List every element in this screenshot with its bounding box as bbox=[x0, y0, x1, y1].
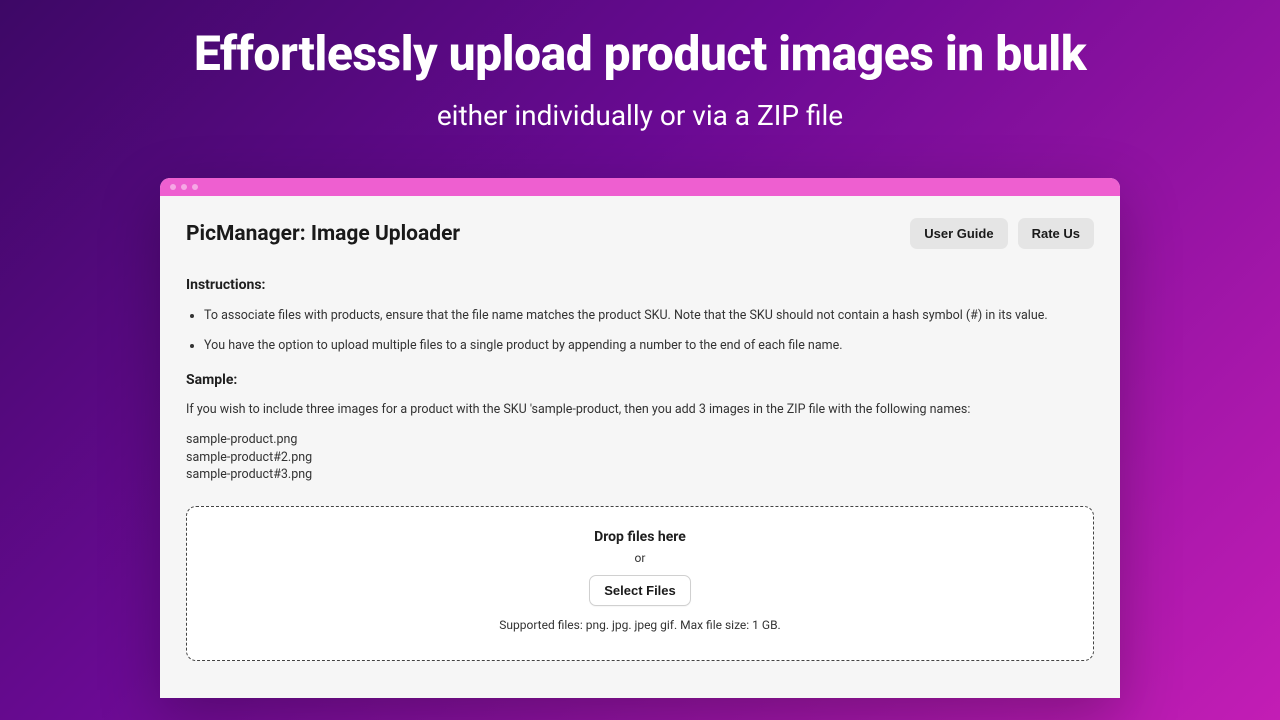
page-background: Effortlessly upload product images in bu… bbox=[0, 0, 1280, 720]
instruction-item: You have the option to upload multiple f… bbox=[204, 337, 1094, 355]
content-area: PicManager: Image Uploader User Guide Ra… bbox=[160, 196, 1120, 661]
sample-file: sample-product#2.png bbox=[186, 449, 1094, 467]
dropzone-or: or bbox=[197, 551, 1083, 565]
header-row: PicManager: Image Uploader User Guide Ra… bbox=[186, 218, 1094, 249]
hero-subtitle: either individually or via a ZIP file bbox=[0, 99, 1280, 132]
traffic-light-minimize-icon[interactable] bbox=[181, 184, 187, 190]
dropzone-hint: Supported files: png. jpg. jpeg gif. Max… bbox=[197, 618, 1083, 632]
app-window: PicManager: Image Uploader User Guide Ra… bbox=[160, 178, 1120, 698]
traffic-light-close-icon[interactable] bbox=[170, 184, 176, 190]
dropzone-title: Drop files here bbox=[197, 529, 1083, 545]
user-guide-button[interactable]: User Guide bbox=[910, 218, 1007, 249]
select-files-button[interactable]: Select Files bbox=[589, 575, 691, 606]
hero-title: Effortlessly upload product images in bu… bbox=[0, 28, 1280, 81]
sample-file-list: sample-product.png sample-product#2.png … bbox=[186, 431, 1094, 484]
rate-us-button[interactable]: Rate Us bbox=[1018, 218, 1094, 249]
window-titlebar bbox=[160, 178, 1120, 196]
sample-intro: If you wish to include three images for … bbox=[186, 402, 1094, 417]
sample-heading: Sample: bbox=[186, 372, 1094, 388]
sample-file: sample-product.png bbox=[186, 431, 1094, 449]
instructions-list: To associate files with products, ensure… bbox=[186, 307, 1094, 354]
traffic-light-zoom-icon[interactable] bbox=[192, 184, 198, 190]
app-title: PicManager: Image Uploader bbox=[186, 222, 460, 246]
header-buttons: User Guide Rate Us bbox=[910, 218, 1094, 249]
hero: Effortlessly upload product images in bu… bbox=[0, 0, 1280, 132]
instructions-heading: Instructions: bbox=[186, 277, 1094, 293]
sample-file: sample-product#3.png bbox=[186, 466, 1094, 484]
instruction-item: To associate files with products, ensure… bbox=[204, 307, 1094, 325]
file-dropzone[interactable]: Drop files here or Select Files Supporte… bbox=[186, 506, 1094, 661]
